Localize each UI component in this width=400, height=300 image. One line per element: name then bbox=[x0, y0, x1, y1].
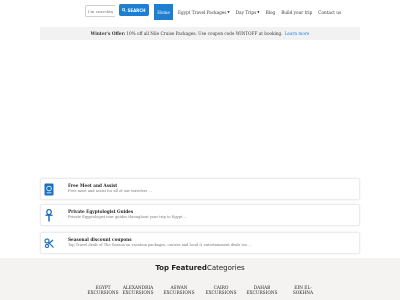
nav-packages-label: Egypt Travel Packages bbox=[178, 9, 227, 15]
discount-icon bbox=[43, 236, 55, 250]
offer-learn-more-link[interactable]: Learn more bbox=[285, 31, 310, 36]
feature-desc: Free meet and assist for all of our trav… bbox=[68, 189, 152, 193]
nav-build-label: Build your trip bbox=[281, 9, 313, 15]
featured-title-bold: Top Featured bbox=[155, 264, 207, 272]
feature-title: Free Meet and Assist bbox=[68, 183, 118, 188]
category-line2: EXCURSIONS bbox=[122, 291, 154, 296]
offer-text: 10% off all Nile Cruise Packages. Use co… bbox=[126, 31, 283, 36]
nav-blog-label: Blog bbox=[265, 9, 276, 15]
nav-day-trips[interactable]: Day Trips ▼ bbox=[233, 4, 263, 20]
feature-title: Private Egyptologist Guides bbox=[68, 209, 134, 214]
category-line2: SOKHNA bbox=[292, 291, 314, 296]
offer-title: Winter's Offer: bbox=[90, 31, 126, 36]
search-icon bbox=[122, 8, 127, 12]
chevron-down-icon: ▼ bbox=[227, 10, 230, 14]
search-button[interactable]: SEARCH bbox=[119, 4, 149, 16]
nav-day-trips-label: Day Trips bbox=[235, 9, 257, 15]
search-input[interactable] bbox=[85, 5, 115, 17]
category-cairo-excursions[interactable]: CAIRO EXCURSIONS bbox=[200, 286, 242, 296]
category-line2: EXCURSIONS bbox=[246, 291, 278, 296]
feature-desc: Private Egyptologist tour guides through… bbox=[68, 215, 187, 219]
nav-home-label: Home bbox=[157, 9, 170, 15]
feature-title: Seasonal discount coupons bbox=[68, 237, 132, 242]
feature-card-meet-assist: Free Meet and Assist Free meet and assis… bbox=[40, 178, 360, 200]
category-aswan-excursions[interactable]: ASWAN EXCURSIONS bbox=[158, 286, 200, 296]
nav-blog[interactable]: Blog bbox=[263, 4, 279, 20]
chevron-down-icon: ▼ bbox=[257, 10, 260, 14]
category-alexandria-excursions[interactable]: ALEXANDRIA EXCURSIONS bbox=[117, 286, 159, 296]
nav-egypt-travel-packages[interactable]: Egypt Travel Packages ▼ bbox=[175, 4, 233, 20]
main-nav: Home Egypt Travel Packages ▼ Day Trips ▼ B… bbox=[154, 4, 344, 20]
nav-contact-label: Contact us bbox=[318, 9, 342, 15]
nav-contact-us[interactable]: Contact us bbox=[315, 4, 344, 20]
feature-desc: Top Travel deals of The Season on vacati… bbox=[68, 243, 252, 247]
offer-banner: Winter's Offer: 10% off all Nile Cruise … bbox=[40, 27, 360, 40]
nav-home[interactable]: Home bbox=[154, 4, 173, 20]
feature-card-discount: Seasonal discount coupons Top Travel dea… bbox=[40, 232, 360, 254]
nav-build-your-trip[interactable]: Build your trip bbox=[278, 4, 315, 20]
search-button-label: SEARCH bbox=[127, 7, 146, 13]
category-line2: EXCURSIONS bbox=[163, 291, 195, 296]
feature-card-egyptologist: Private Egyptologist Guides Private Egyp… bbox=[40, 204, 360, 226]
ankh-icon bbox=[43, 208, 55, 222]
category-ein-el-sokhna[interactable]: EIN EL- SOKHNA bbox=[282, 286, 324, 296]
passport-icon bbox=[43, 182, 55, 196]
category-dahab-excursions[interactable]: DAHAB EXCURSIONS bbox=[241, 286, 283, 296]
featured-title-rest: Categories bbox=[206, 264, 245, 272]
category-line2: EXCURSIONS bbox=[205, 291, 237, 296]
featured-categories-heading: Top FeaturedCategories bbox=[0, 264, 400, 272]
